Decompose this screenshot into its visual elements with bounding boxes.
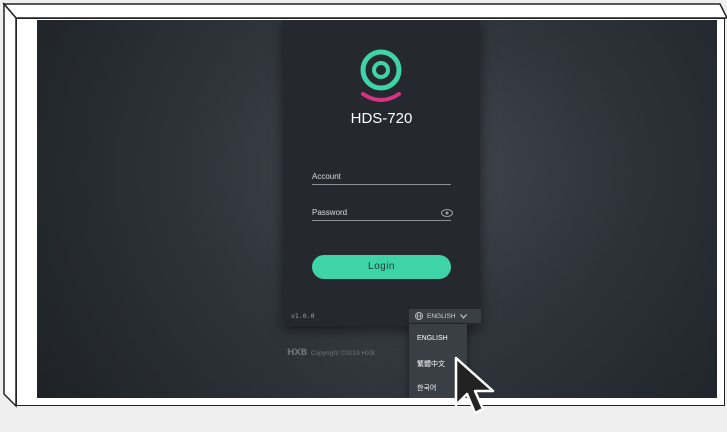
password-underline <box>312 220 451 221</box>
language-option-traditional-chinese[interactable]: 繁體中文 <box>417 359 445 369</box>
mouse-cursor-icon <box>454 356 495 415</box>
camera-logo-icon <box>360 49 402 102</box>
version-label: v1.0.0 <box>291 312 315 320</box>
chevron-down-icon <box>459 313 467 319</box>
product-name: HDS-720 <box>350 110 413 127</box>
login-button[interactable]: Login <box>312 255 451 279</box>
account-underline <box>312 184 451 185</box>
screen: HDS-720 Account Password Login v1.0.0 EN… <box>37 20 717 398</box>
password-field[interactable]: Password <box>312 208 347 217</box>
login-panel: HDS-720 Account Password Login v1.0.0 <box>283 20 480 326</box>
language-selector[interactable]: ENGLISH <box>409 309 481 323</box>
eye-icon[interactable] <box>441 209 453 217</box>
globe-icon <box>415 312 423 320</box>
account-field[interactable]: Account <box>312 172 341 181</box>
language-current: ENGLISH <box>427 312 456 320</box>
copyright-footer: HXB Copyright ©2019 HXB <box>287 348 375 358</box>
brand-logo: HXB <box>287 348 307 358</box>
language-option-english[interactable]: ENGLISH <box>417 335 448 342</box>
copyright-text: Copyright ©2019 HXB <box>310 349 375 357</box>
language-option-korean[interactable]: 한국어 <box>417 383 436 393</box>
